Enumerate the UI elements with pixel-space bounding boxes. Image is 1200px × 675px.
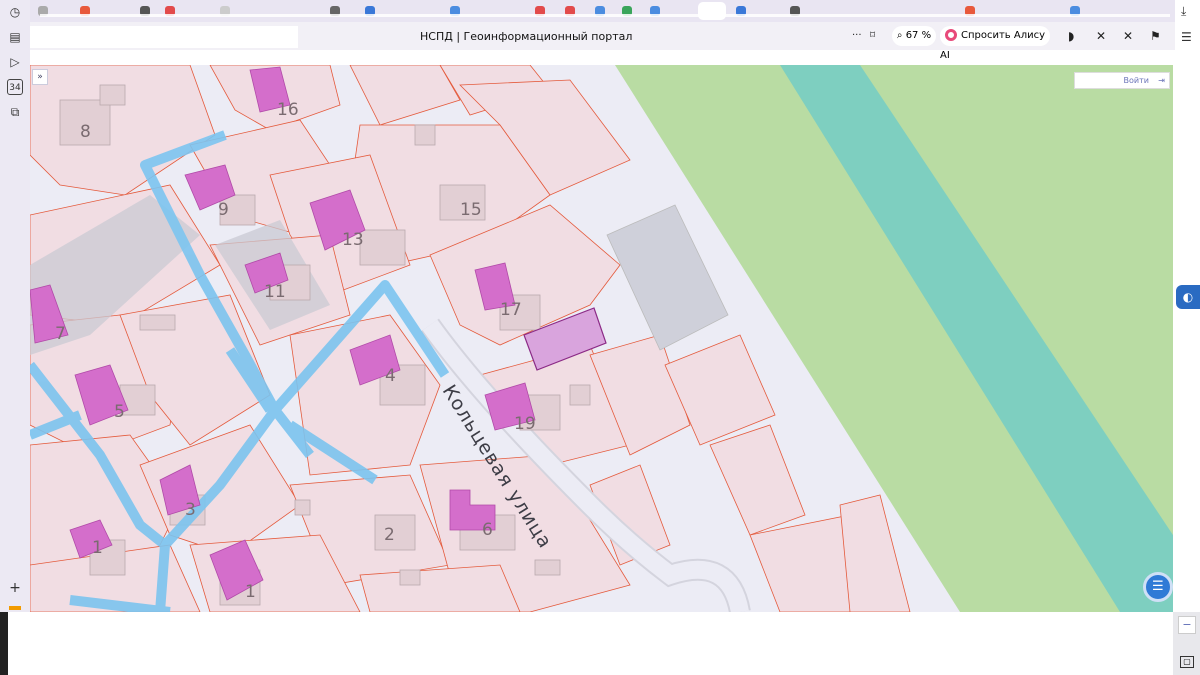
map-view[interactable]: 8 16 9 13 15 11 17 7 4 5 19 3 2 6 1 1 Ко… xyxy=(30,65,1173,612)
map-canvas[interactable]: 8 16 9 13 15 11 17 7 4 5 19 3 2 6 1 1 Ко… xyxy=(30,65,1173,612)
add-panel-icon[interactable]: + xyxy=(7,580,23,596)
taskbar-edge xyxy=(0,612,8,675)
plot-number: 3 xyxy=(185,500,196,520)
outbuilding[interactable] xyxy=(294,499,311,516)
chat-icon: ☰ xyxy=(1152,579,1164,594)
plot-number: 1 xyxy=(92,538,103,558)
plot-number: 2 xyxy=(384,525,395,545)
outbuilding[interactable] xyxy=(399,569,421,586)
download-icon[interactable]: ⤓ xyxy=(1181,4,1186,19)
zoom-button[interactable]: ⌕ 67 % xyxy=(892,26,936,46)
outbuilding[interactable] xyxy=(374,514,416,551)
plot-number: 13 xyxy=(342,230,364,250)
plot-number: 4 xyxy=(385,366,396,386)
outbuilding[interactable] xyxy=(569,384,591,406)
zoom-icon: ⌕ xyxy=(896,30,906,41)
outbuilding[interactable] xyxy=(99,84,126,106)
outbuilding[interactable] xyxy=(359,229,406,266)
plot-number: 11 xyxy=(264,282,286,302)
outbuilding[interactable] xyxy=(414,124,436,146)
chat-button[interactable]: ☰ xyxy=(1143,572,1173,602)
alice-icon xyxy=(945,29,957,41)
notes-icon[interactable]: ▤ xyxy=(7,29,23,45)
outbuilding[interactable] xyxy=(139,314,176,331)
assistant-icon: ◐ xyxy=(1182,290,1194,304)
menu-icon[interactable]: ☰ xyxy=(1181,30,1192,44)
bottom-right-panel: − ▢ xyxy=(1173,612,1200,675)
screen-icon[interactable]: ▢ xyxy=(1180,656,1194,668)
url-field[interactable] xyxy=(30,26,298,48)
plot-number: 9 xyxy=(218,200,229,220)
plot-number: 6 xyxy=(482,520,493,540)
extension-icon[interactable]: ✕ xyxy=(1123,27,1133,45)
plot-number: 5 xyxy=(114,402,125,422)
browser-sidebar: ◷ ▤ ▷ 34 ⧉ + xyxy=(0,0,30,675)
page-bottom-area xyxy=(8,612,1173,675)
bookmark-icon[interactable]: ⌑ xyxy=(870,27,875,45)
expand-panel-button[interactable]: » xyxy=(32,69,48,85)
calendar-badge[interactable]: 34 xyxy=(7,79,23,95)
tab-strip xyxy=(30,0,1175,22)
plot-number: 19 xyxy=(514,414,536,434)
play-icon[interactable]: ▷ xyxy=(7,54,23,70)
ask-alice-button[interactable]: Спросить Алису AI xyxy=(940,26,1050,61)
plot-number: 16 xyxy=(277,100,299,120)
login-icon: ⇥ xyxy=(1158,76,1165,85)
plot-number: 1 xyxy=(245,582,256,602)
plot-number: 15 xyxy=(460,200,482,220)
login-button[interactable]: Войти ⇥ xyxy=(1074,72,1170,89)
zoom-out-icon[interactable]: − xyxy=(1178,616,1196,634)
status-indicator xyxy=(9,606,21,610)
tab-strip-line xyxy=(40,14,1170,17)
screenshot-icon[interactable]: ⧉ xyxy=(7,104,23,120)
plot-number: 8 xyxy=(80,122,91,142)
browser-right-strip: ⤓ ☰ xyxy=(1175,0,1200,675)
login-label: Войти xyxy=(1123,76,1149,85)
page-title: НСПД | Геоинформационный портал xyxy=(420,30,633,43)
extension-icon[interactable]: ◗ xyxy=(1068,27,1074,45)
active-tab[interactable] xyxy=(698,2,726,20)
zoom-level: 67 % xyxy=(905,30,932,41)
extension-icon[interactable]: ⚑ xyxy=(1150,27,1161,45)
address-bar: НСПД | Геоинформационный портал ··· ⌑ ⌕ … xyxy=(30,22,1175,61)
extension-icon[interactable]: ✕ xyxy=(1096,27,1106,45)
side-panel-tab[interactable]: ◐ xyxy=(1176,285,1200,309)
ellipsis-icon[interactable]: ··· xyxy=(852,27,862,45)
plot-number: 7 xyxy=(55,324,66,344)
history-icon[interactable]: ◷ xyxy=(7,4,23,20)
outbuilding[interactable] xyxy=(534,559,561,576)
plot-number: 17 xyxy=(500,300,522,320)
